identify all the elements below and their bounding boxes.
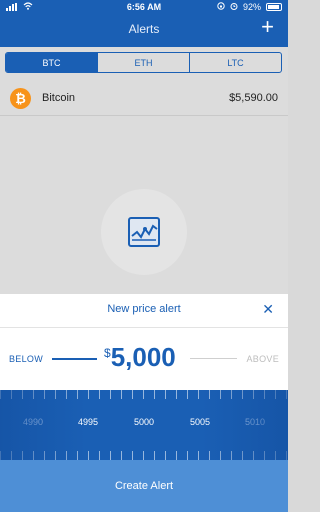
currency-symbol: $: [104, 346, 111, 360]
battery-icon: [266, 3, 282, 11]
bitcoin-icon: ₿: [10, 88, 31, 109]
tab-ltc[interactable]: LTC: [189, 53, 281, 72]
ruler-ticks-top: [0, 390, 288, 399]
coin-price: $5,590.00: [229, 92, 278, 104]
status-bar: 6:56 AM 92%: [0, 0, 288, 14]
above-indicator-line: [190, 358, 237, 359]
ruler-label: 4990: [22, 417, 44, 427]
new-price-alert-sheet: New price alert ✕ BELOW $5,000 ABOVE 499…: [0, 294, 288, 512]
coin-row-bitcoin[interactable]: ₿ Bitcoin $5,590.00: [0, 82, 288, 116]
ruler-label: 4995: [77, 417, 99, 427]
chart-icon: [128, 217, 160, 247]
price-ruler-slider[interactable]: 4990 4995 5000 5005 5010: [0, 390, 288, 460]
tab-eth[interactable]: ETH: [97, 53, 189, 72]
app-header: 6:56 AM 92% Alerts +: [0, 0, 288, 47]
ruler-label: 5010: [244, 417, 266, 427]
ruler-ticks-bottom: [0, 451, 288, 460]
create-alert-button[interactable]: Create Alert: [0, 460, 288, 512]
close-icon[interactable]: ✕: [262, 301, 274, 318]
coin-name: Bitcoin: [42, 92, 76, 104]
alarm-icon: [230, 2, 238, 12]
plus-icon[interactable]: +: [261, 16, 274, 38]
coin-segmented-control: BTC ETH LTC: [5, 52, 282, 73]
battery-percent: 92%: [242, 2, 261, 12]
lock-rotation-icon: [217, 2, 225, 12]
sheet-title: New price alert: [107, 303, 181, 315]
empty-state-chart: [101, 189, 187, 275]
alert-amount: $5,000: [104, 342, 176, 373]
above-option[interactable]: ABOVE: [246, 354, 279, 364]
amount-value: 5,000: [110, 342, 176, 372]
ruler-label: 5000: [133, 417, 155, 427]
ruler-label: 5005: [189, 417, 211, 427]
ruler-pointer: [136, 381, 152, 390]
page-title: Alerts: [128, 22, 160, 36]
below-indicator-line: [52, 358, 97, 360]
divider: [0, 327, 288, 328]
below-option[interactable]: BELOW: [9, 354, 43, 364]
tab-btc[interactable]: BTC: [6, 53, 97, 72]
